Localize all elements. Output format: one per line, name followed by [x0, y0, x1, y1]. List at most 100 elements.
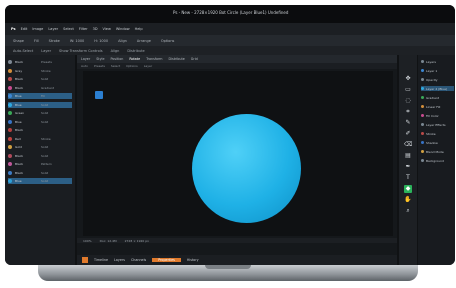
- menu-item-filter[interactable]: Filter: [79, 27, 88, 31]
- tab-history[interactable]: History: [187, 258, 199, 262]
- layer-row[interactable]: Layer Effects: [421, 122, 454, 127]
- document-tab[interactable]: Distribute: [169, 57, 185, 61]
- swatch-row[interactable]: Black Presets: [8, 59, 72, 65]
- option-stroke[interactable]: Stroke: [49, 39, 60, 43]
- layer-row[interactable]: Shadow: [421, 140, 454, 145]
- layer-row[interactable]: Layer 1: [421, 68, 454, 73]
- swatch-row[interactable]: Black Solid: [8, 170, 72, 176]
- swatch-row[interactable]: Black Solid: [8, 76, 72, 82]
- swatch-value: Fill: [41, 94, 46, 98]
- swatch-row[interactable]: Gray Stroke: [8, 68, 72, 74]
- canvas[interactable]: [83, 71, 393, 236]
- layer-row[interactable]: Linear Fill: [421, 104, 454, 109]
- tab-layers[interactable]: Layers: [114, 258, 125, 262]
- toolbar-layer[interactable]: Layer: [41, 49, 51, 53]
- swatch-row[interactable]: Red Stroke: [8, 136, 72, 142]
- subbar-item[interactable]: Auto: [81, 64, 88, 68]
- layer-row[interactable]: Stroke: [421, 131, 454, 136]
- swatch-label: Black: [15, 77, 24, 81]
- swatch-row[interactable]: Black Solid: [8, 153, 72, 159]
- subbar-item[interactable]: Presets: [94, 64, 105, 68]
- swatch-row[interactable]: Black Gradient: [8, 85, 72, 91]
- menu-item-app[interactable]: Ps: [11, 27, 16, 31]
- doc-size: Doc: 12.4M: [99, 238, 117, 243]
- swatch-row[interactable]: Blue Solid: [8, 119, 72, 125]
- timeline-icon: [82, 257, 88, 263]
- layer-label: Layers: [426, 59, 436, 64]
- layer-thumbnail-icon[interactable]: [95, 91, 103, 99]
- swatch-row[interactable]: Blue Solid: [8, 101, 72, 108]
- layer-bullet-icon: [421, 150, 424, 153]
- swatch-row[interactable]: Blue Solid: [8, 178, 72, 184]
- marquee-icon[interactable]: ▭: [404, 86, 412, 94]
- menu-item-help[interactable]: Help: [135, 27, 143, 31]
- zoom-level[interactable]: 100%: [83, 239, 92, 243]
- shape-icon[interactable]: ◆: [404, 185, 412, 193]
- swatch-row[interactable]: Black Pattern: [8, 161, 72, 167]
- swatch-row[interactable]: Green Solid: [8, 110, 72, 116]
- subbar-item[interactable]: Select: [111, 64, 120, 68]
- swatch-color-icon: [8, 136, 12, 141]
- toolbar-align[interactable]: Align: [111, 49, 120, 53]
- layer-row[interactable]: Background: [421, 158, 454, 163]
- option-width[interactable]: W: 1000: [70, 39, 84, 43]
- document-tab[interactable]: Style: [96, 57, 104, 61]
- swatch-row[interactable]: Blue Fill: [8, 93, 72, 99]
- layer-row[interactable]: Blend Mode: [421, 149, 454, 154]
- toolbar-auto-select[interactable]: Auto-Select: [13, 49, 33, 53]
- eraser-icon[interactable]: ⌫: [404, 141, 412, 149]
- gradient-icon[interactable]: ▤: [404, 152, 412, 160]
- swatch-row[interactable]: Gold Solid: [8, 144, 72, 150]
- layer-row[interactable]: Fill Color: [421, 113, 454, 118]
- blue-circle-shape[interactable]: [192, 114, 301, 223]
- menu-item-layer[interactable]: Layer: [48, 27, 58, 31]
- zoom-icon[interactable]: ⌕: [404, 207, 412, 215]
- pen-icon[interactable]: ✒: [404, 163, 412, 171]
- move-icon[interactable]: ✥: [404, 75, 412, 83]
- option-options[interactable]: Options: [161, 39, 175, 43]
- menu-item-image[interactable]: Image: [32, 27, 43, 31]
- stage: Ps - New - 2728×1920 Bot Circle (Layer B…: [0, 0, 456, 288]
- lasso-icon[interactable]: ◌: [404, 97, 412, 105]
- tab-channels[interactable]: Channels: [131, 258, 146, 262]
- menu-item-3d[interactable]: 3D: [93, 27, 98, 31]
- menu-item-window[interactable]: Window: [116, 27, 130, 31]
- swatch-row[interactable]: Black: [8, 127, 72, 133]
- option-fill[interactable]: Fill: [34, 39, 39, 43]
- layer-row[interactable]: Opacity: [421, 77, 454, 82]
- crop-icon[interactable]: ⌗: [404, 108, 412, 116]
- layer-row[interactable]: Gradient: [421, 95, 454, 100]
- swatch-color-icon: [8, 153, 12, 158]
- subbar-item[interactable]: Options: [126, 64, 138, 68]
- tab-properties[interactable]: Properties: [152, 258, 181, 262]
- layer-bullet-icon: [421, 87, 424, 90]
- swatch-label: Blue: [15, 102, 22, 107]
- eyedropper-icon[interactable]: ✎: [404, 119, 412, 127]
- layer-bullet-icon: [421, 123, 424, 126]
- layer-row[interactable]: Layer 2 (Blue): [421, 86, 454, 91]
- tab-timeline[interactable]: Timeline: [94, 258, 108, 262]
- text-icon[interactable]: T: [404, 174, 412, 182]
- layer-row[interactable]: Layers: [421, 59, 454, 64]
- option-align[interactable]: Align: [118, 39, 127, 43]
- toolbar-transform-controls[interactable]: Show Transform Controls: [59, 49, 103, 53]
- menu-item-view[interactable]: View: [103, 27, 111, 31]
- menu-item-edit[interactable]: Edit: [21, 27, 28, 31]
- brush-icon[interactable]: ✐: [404, 130, 412, 138]
- document-tab[interactable]: Grid: [191, 57, 198, 61]
- document-tab[interactable]: Rotate: [129, 57, 140, 61]
- swatch-label: Green: [15, 111, 25, 115]
- option-shape[interactable]: Shape: [13, 39, 24, 43]
- menu-item-select[interactable]: Select: [63, 27, 74, 31]
- swatch-value: Solid: [41, 145, 49, 149]
- hand-icon[interactable]: ✋: [404, 196, 412, 204]
- layer-label: Layer 1: [426, 68, 438, 73]
- document-tab[interactable]: Position: [110, 57, 123, 61]
- subbar-item[interactable]: Layer: [144, 64, 152, 68]
- document-tab[interactable]: Transform: [146, 57, 162, 61]
- option-arrange[interactable]: Arrange: [137, 39, 151, 43]
- layer-bullet-icon: [421, 159, 424, 162]
- document-tab[interactable]: Layer: [81, 57, 90, 61]
- toolbar-distribute[interactable]: Distribute: [127, 49, 144, 53]
- option-height[interactable]: H: 1000: [94, 39, 108, 43]
